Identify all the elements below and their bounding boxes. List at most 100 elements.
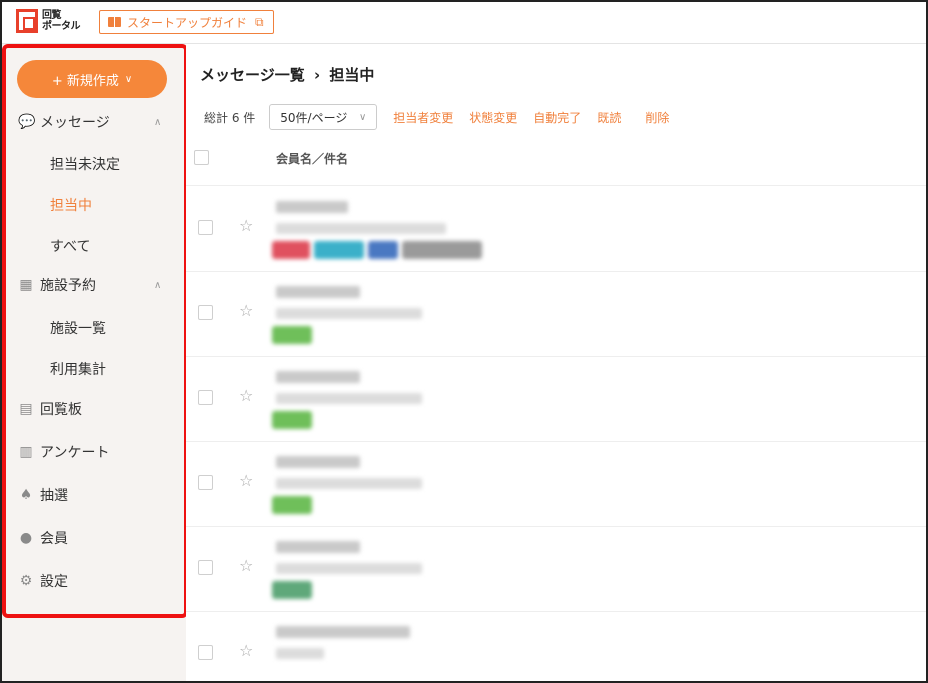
list-item[interactable]: ☆ [186, 612, 926, 683]
select-all-checkbox[interactable] [194, 150, 209, 165]
chevron-up-icon[interactable]: ∧ [154, 117, 161, 128]
total-count: 総計 6 件 [204, 110, 256, 125]
breadcrumb-parent[interactable]: メッセージ一覧 [200, 66, 305, 84]
chevron-down-icon: ∨ [124, 73, 133, 85]
row-checkbox[interactable] [198, 560, 213, 575]
sidebar-item-circular[interactable]: ▤ 回覧板 [2, 391, 186, 427]
logo-mark-icon [16, 9, 38, 33]
board-icon: ▤ [19, 401, 33, 417]
breadcrumb-separator: › [313, 66, 321, 84]
star-icon[interactable]: ☆ [239, 641, 253, 660]
sidebar-subitem-in-charge[interactable]: 担当中 [50, 195, 92, 215]
sidebar-item-lottery-label: 抽選 [40, 488, 68, 504]
tag [368, 241, 398, 259]
blurred-member-name [276, 201, 348, 213]
list-item[interactable]: ☆ [186, 357, 926, 442]
sidebar-item-settings-label: 設定 [40, 574, 68, 590]
sidebar-subitem-all[interactable]: すべて [50, 236, 90, 256]
book-icon [108, 17, 121, 27]
calendar-icon: ▦ [19, 277, 33, 293]
sidebar-item-lottery[interactable]: ♠ 抽選 [2, 477, 186, 513]
tag-group [272, 411, 312, 429]
row-checkbox[interactable] [198, 390, 213, 405]
tag [272, 241, 310, 259]
blurred-subject [276, 563, 422, 574]
blurred-subject [276, 648, 324, 659]
sidebar-subitem-facility-list[interactable]: 施設一覧 [50, 318, 106, 338]
tag [272, 581, 312, 599]
tag [314, 241, 364, 259]
gear-icon: ⚙ [19, 573, 33, 589]
external-link-icon: ⧉ [255, 14, 264, 29]
star-icon[interactable]: ☆ [239, 471, 253, 490]
blurred-subject [276, 478, 422, 489]
star-icon[interactable]: ☆ [239, 301, 253, 320]
sidebar-item-members[interactable]: ● 会員 [2, 520, 186, 556]
star-icon[interactable]: ☆ [239, 386, 253, 405]
tag [272, 326, 312, 344]
row-checkbox[interactable] [198, 220, 213, 235]
chevron-down-icon: ∨ [358, 111, 367, 123]
sidebar-item-survey-label: アンケート [40, 445, 110, 461]
startup-guide-button[interactable]: スタートアップガイド ⧉ [99, 10, 274, 34]
logo-text: 回覧 ポータル [42, 10, 81, 32]
blurred-member-name [276, 371, 360, 383]
clipboard-icon: ▥ [19, 444, 33, 460]
tag [272, 496, 312, 514]
chevron-up-icon[interactable]: ∧ [154, 280, 161, 291]
sidebar-item-settings[interactable]: ⚙ 設定 [2, 563, 186, 599]
blurred-member-name [276, 456, 360, 468]
star-icon[interactable]: ☆ [239, 216, 253, 235]
column-member-subject: 会員名／件名 [276, 152, 349, 166]
breadcrumb-current: 担当中 [329, 66, 375, 84]
row-checkbox[interactable] [198, 305, 213, 320]
list-item[interactable]: ☆ [186, 527, 926, 612]
sidebar-item-circular-label: 回覧板 [40, 402, 82, 418]
chat-bubbles-icon: 💬 [18, 114, 36, 130]
main-content: メッセージ一覧 › 担当中 総計 6 件 50件/ページ ∨ 担当者変更 状態変… [186, 44, 926, 681]
tag-group [272, 496, 312, 514]
new-create-button[interactable]: + 新規作成 ∨ [17, 60, 167, 98]
list-toolbar: 総計 6 件 50件/ページ ∨ 担当者変更 状態変更 自動完了 既読 削除 [204, 104, 685, 130]
sidebar-item-facility[interactable]: ▦ 施設予約 ∧ [2, 267, 186, 303]
startup-guide-label: スタートアップガイド [127, 15, 248, 30]
sidebar-subitem-usage-summary[interactable]: 利用集計 [50, 359, 106, 379]
logo-text-line1: 回覧 [42, 10, 62, 21]
row-checkbox[interactable] [198, 475, 213, 490]
sidebar-item-messages-label: メッセージ [40, 115, 110, 131]
list-item[interactable]: ☆ [186, 187, 926, 272]
sidebar-item-members-label: 会員 [40, 531, 68, 547]
assignee-change-button[interactable]: 担当者変更 [393, 109, 453, 126]
tag-group [272, 581, 312, 599]
app-logo[interactable]: 回覧 ポータル [16, 9, 81, 33]
blurred-member-name [276, 286, 360, 298]
sidebar: + 新規作成 ∨ 💬 メッセージ ∧ 担当未決定 担当中 すべて ▦ 施設予約 … [2, 44, 186, 681]
blurred-subject [276, 308, 422, 319]
blurred-member-name [276, 626, 410, 638]
tag [272, 411, 312, 429]
mark-read-button[interactable]: 既読 [597, 109, 621, 126]
auto-complete-button[interactable]: 自動完了 [533, 109, 581, 126]
star-icon[interactable]: ☆ [239, 556, 253, 575]
sidebar-subitem-unassigned[interactable]: 担当未決定 [50, 154, 120, 174]
sidebar-item-facility-label: 施設予約 [40, 278, 96, 294]
trophy-icon: ♠ [19, 487, 33, 503]
logo-text-line2: ポータル [42, 21, 81, 32]
sidebar-item-messages[interactable]: 💬 メッセージ ∧ [2, 104, 186, 140]
list-item[interactable]: ☆ [186, 272, 926, 357]
top-header: 回覧 ポータル スタートアップガイド ⧉ [2, 2, 926, 44]
sidebar-item-survey[interactable]: ▥ アンケート [2, 434, 186, 470]
blurred-subject [276, 223, 446, 234]
tag-group [272, 241, 482, 259]
new-create-label: + 新規作成 [51, 73, 119, 89]
status-change-button[interactable]: 状態変更 [469, 109, 517, 126]
tag [402, 241, 482, 259]
list-column-header: 会員名／件名 [186, 144, 926, 186]
per-page-select[interactable]: 50件/ページ ∨ [269, 104, 378, 130]
per-page-value: 50件/ページ [280, 110, 348, 125]
blurred-member-name [276, 541, 360, 553]
list-item[interactable]: ☆ [186, 442, 926, 527]
breadcrumb: メッセージ一覧 › 担当中 [200, 64, 374, 85]
row-checkbox[interactable] [198, 645, 213, 660]
delete-button[interactable]: 削除 [645, 109, 669, 126]
